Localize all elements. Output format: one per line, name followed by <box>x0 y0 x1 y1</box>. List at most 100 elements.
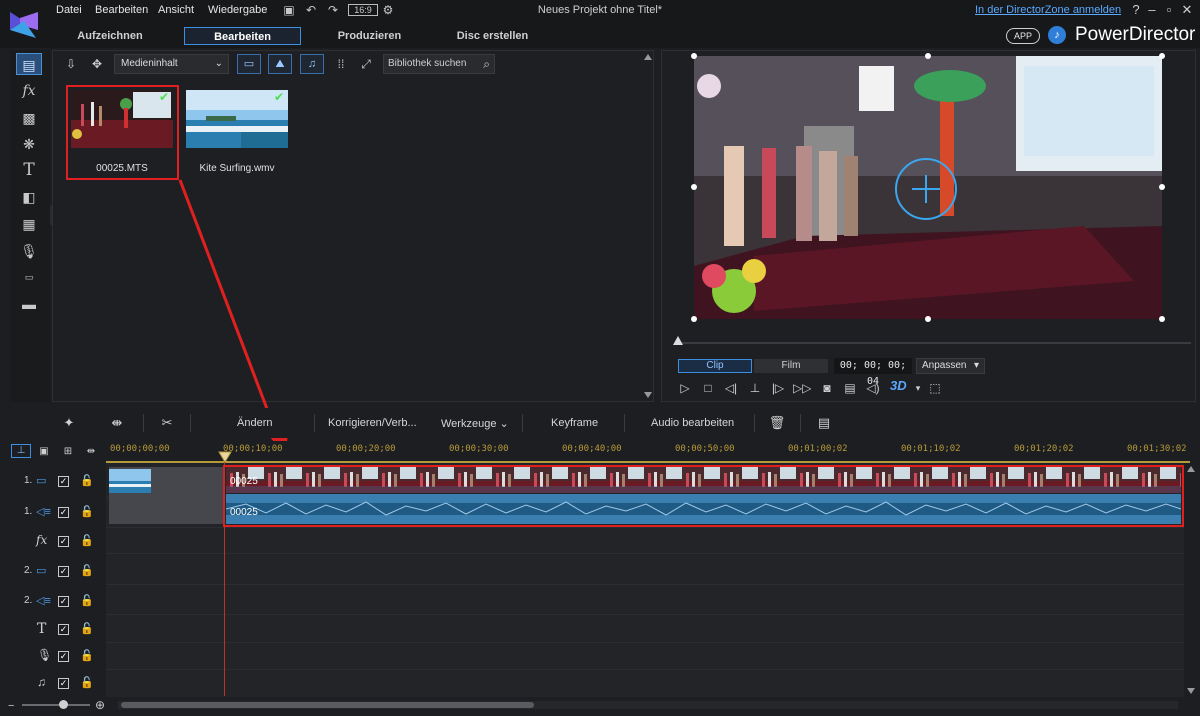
preview-video-frame[interactable] <box>694 56 1162 319</box>
clip-mode-tab[interactable]: Clip <box>678 359 752 373</box>
media-content-select[interactable]: Medieninhalt ⌄ <box>114 54 229 74</box>
audio-edit-button[interactable]: Audio bearbeiten <box>651 417 734 429</box>
film-mode-tab[interactable]: Film <box>754 359 828 373</box>
resize-handle[interactable] <box>691 184 697 190</box>
fit-timeline-icon[interactable]: ⇹ <box>82 444 100 460</box>
track-header-fx[interactable]: fx ✓ 🔓 <box>0 528 106 554</box>
storyboard-view-icon[interactable]: ▣ <box>35 444 53 460</box>
trash-icon[interactable]: 🗑 <box>768 415 786 431</box>
transition-room-icon[interactable]: ◧ <box>16 186 42 208</box>
lock-icon[interactable]: 🔓 <box>80 505 94 518</box>
title-room-icon[interactable]: T <box>16 159 42 181</box>
lock-icon[interactable]: 🔓 <box>80 622 94 635</box>
seek-slider-knob[interactable] <box>673 336 683 345</box>
previous-frame-icon[interactable]: ◁| <box>722 380 740 396</box>
track-enable-checkbox[interactable]: ✓ <box>58 566 69 577</box>
library-scrollbar[interactable] <box>643 52 653 400</box>
lock-icon[interactable]: 🔓 <box>80 649 94 662</box>
fit-select[interactable]: Anpassen ▾ <box>916 358 985 374</box>
track-enable-checkbox[interactable]: ✓ <box>58 651 69 662</box>
resize-handle[interactable] <box>691 316 697 322</box>
resize-handle[interactable] <box>1159 53 1165 59</box>
chevron-down-icon[interactable]: ▾ <box>909 380 927 396</box>
resize-handle[interactable] <box>1159 184 1165 190</box>
resize-handle[interactable] <box>925 316 931 322</box>
timeline-playhead[interactable] <box>224 452 225 696</box>
play-icon[interactable]: ▷ <box>676 380 694 396</box>
tab-disc-erstellen[interactable]: Disc erstellen <box>445 27 540 45</box>
lock-icon[interactable]: 🔓 <box>80 676 94 689</box>
tab-aufzeichnen[interactable]: Aufzeichnen <box>60 27 160 45</box>
track-header-video-1[interactable]: 1. ▭ ✓ 🔓 <box>0 468 106 494</box>
audio-filter-button[interactable]: ♫ <box>300 54 324 74</box>
correct-enhance-button[interactable]: Korrigieren/Verb... <box>328 417 417 429</box>
effects-room-icon[interactable]: fx <box>16 80 42 102</box>
track-enable-checkbox[interactable]: ✓ <box>58 678 69 689</box>
subtitle-icon[interactable]: ▤ <box>841 380 859 396</box>
snapshot-camera-icon[interactable]: ◙ <box>818 380 836 396</box>
next-frame-icon[interactable]: |▷ <box>769 380 787 396</box>
lock-icon[interactable]: 🔓 <box>80 474 94 487</box>
lock-icon[interactable]: 🔓 <box>80 534 94 547</box>
restore-button[interactable]: ▫ <box>1160 2 1178 18</box>
close-button[interactable]: ✕ <box>1178 2 1196 18</box>
volume-icon[interactable]: ◁) <box>864 380 882 396</box>
subtitle-room-icon[interactable]: ▬ <box>16 293 42 315</box>
change-button[interactable]: Ändern <box>237 417 272 429</box>
notification-bell-icon[interactable]: ♪ <box>1048 26 1066 44</box>
track-enable-checkbox[interactable]: ✓ <box>58 536 69 547</box>
minimize-button[interactable]: – <box>1143 2 1161 18</box>
track-header-audio-1[interactable]: 1. ◁≡ ✓ 🔓 <box>0 498 106 524</box>
track-header-voice[interactable]: 🎙 ✓ 🔓 <box>0 643 106 669</box>
resize-handle[interactable] <box>925 53 931 59</box>
track-manager-icon[interactable]: ⊞ <box>59 444 77 460</box>
timeline-view-icon[interactable]: ⊥ <box>11 444 31 458</box>
voiceover-room-icon[interactable]: 🎙 <box>16 240 42 262</box>
split-frame-icon[interactable]: ⊥ <box>746 380 764 396</box>
horizontal-scroll-thumb[interactable] <box>121 702 534 708</box>
import-media-icon[interactable]: ⇩ <box>62 54 80 74</box>
kite-surfing-clip[interactable] <box>109 467 224 524</box>
track-enable-checkbox[interactable]: ✓ <box>58 624 69 635</box>
image-filter-button[interactable]: ⛰ <box>268 54 292 74</box>
tab-bearbeiten[interactable]: Bearbeiten <box>184 27 301 45</box>
chapter-room-icon[interactable]: ▭ <box>16 266 42 288</box>
resize-handle[interactable] <box>1159 316 1165 322</box>
tools-dropdown[interactable]: Werkzeuge ⌄ <box>441 417 509 430</box>
magic-tools-icon[interactable]: ✦ <box>60 415 78 431</box>
media-room-icon[interactable]: ▤ <box>16 53 42 75</box>
audio-mix-room-icon[interactable]: ▦ <box>16 213 42 235</box>
fast-forward-icon[interactable]: ▷▷ <box>793 380 811 396</box>
keyframe-button[interactable]: Keyframe <box>551 417 598 429</box>
track-header-video-2[interactable]: 2. ▭ ✓ 🔓 <box>0 558 106 584</box>
video-filter-button[interactable]: ▭ <box>237 54 261 74</box>
clip-info-icon[interactable]: ▤ <box>815 415 833 431</box>
zoom-slider[interactable] <box>22 704 90 706</box>
stop-icon[interactable]: □ <box>699 380 717 396</box>
track-enable-checkbox[interactable]: ✓ <box>58 507 69 518</box>
plugins-puzzle-icon[interactable]: ✥ <box>88 54 106 74</box>
lock-icon[interactable]: 🔓 <box>80 594 94 607</box>
scissors-icon[interactable]: ✂ <box>158 415 176 431</box>
track-header-music[interactable]: ♫ ✓ 🔓 <box>0 670 106 696</box>
app-badge[interactable]: APP <box>1006 28 1040 44</box>
undock-preview-icon[interactable]: ⬚ <box>926 380 944 396</box>
library-search-input[interactable]: Bibliothek suchen ⌕ <box>383 54 495 74</box>
preview-seek-slider[interactable] <box>676 342 1191 344</box>
zoom-in-icon[interactable]: ⊕ <box>95 698 105 712</box>
track-header-audio-2[interactable]: 2. ◁≡ ✓ 🔓 <box>0 588 106 614</box>
fullscreen-icon[interactable]: ⤢ <box>357 54 375 74</box>
trim-icon[interactable]: ⇼ <box>108 415 126 431</box>
lock-icon[interactable]: 🔓 <box>80 564 94 577</box>
zoom-slider-knob[interactable] <box>59 700 68 709</box>
timeline-vertical-scrollbar[interactable] <box>1186 465 1196 695</box>
tab-produzieren[interactable]: Produzieren <box>322 27 417 45</box>
directorzone-login-link[interactable]: In der DirectorZone anmelden <box>975 4 1121 16</box>
track-enable-checkbox[interactable]: ✓ <box>58 476 69 487</box>
track-header-title[interactable]: T ✓ 🔓 <box>0 616 106 642</box>
grid-view-icon[interactable]: ⁞⁞ <box>332 54 350 74</box>
pip-room-icon[interactable]: ▩ <box>16 107 42 129</box>
particle-room-icon[interactable]: ❋ <box>16 133 42 155</box>
zoom-out-icon[interactable]: − <box>8 700 14 712</box>
playhead-marker-icon[interactable] <box>218 451 232 463</box>
